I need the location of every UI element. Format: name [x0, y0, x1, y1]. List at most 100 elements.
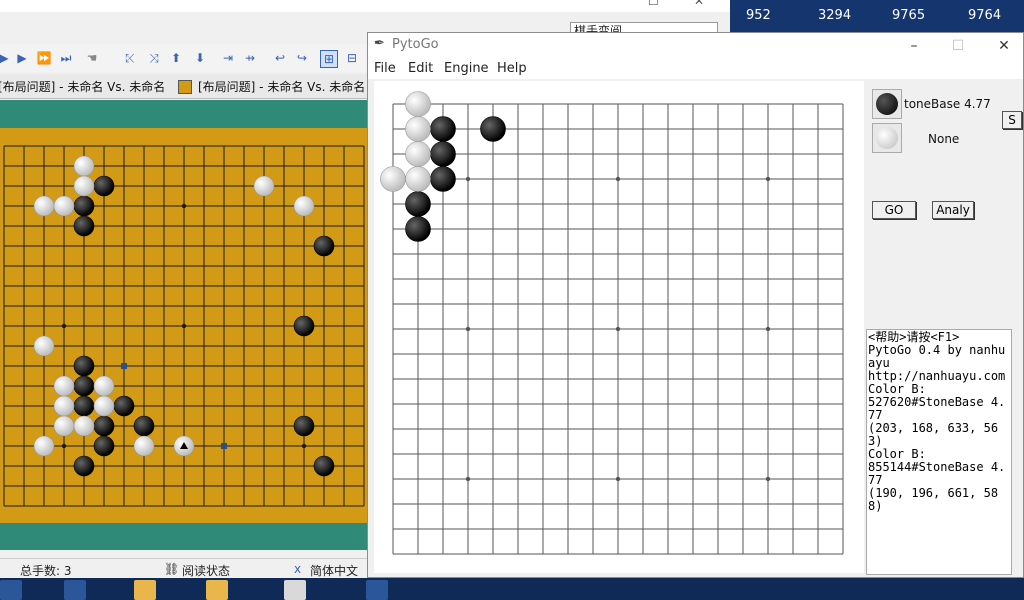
star-point [181, 203, 187, 209]
branch2-icon[interactable]: ⤨ [146, 50, 162, 66]
language-icon: ⅹ [294, 562, 302, 576]
goto-clock-icon[interactable]: ⇸ [242, 50, 258, 66]
prev-move-icon[interactable]: ▶ [0, 50, 12, 66]
word-icon[interactable] [0, 580, 22, 600]
word-icon[interactable] [64, 580, 86, 600]
black-stone[interactable] [93, 175, 115, 197]
white-stone[interactable] [33, 195, 55, 217]
bg-maximize-icon[interactable]: ☐ [648, 0, 659, 8]
menu-file[interactable]: File [374, 61, 396, 76]
white-stone[interactable] [53, 375, 75, 397]
white-stone-button[interactable] [872, 123, 902, 153]
black-stone[interactable] [405, 191, 431, 217]
black-stone[interactable] [73, 215, 95, 237]
white-stone[interactable] [93, 395, 115, 417]
folder-icon[interactable] [206, 580, 228, 600]
black-stone[interactable] [313, 455, 335, 477]
black-stone[interactable] [73, 355, 95, 377]
black-stone[interactable] [293, 415, 315, 437]
black-stone[interactable] [430, 116, 456, 142]
white-stone[interactable] [53, 395, 75, 417]
s-button[interactable]: S [1002, 111, 1022, 129]
undo-icon[interactable]: ↩ [272, 50, 288, 66]
down-icon[interactable]: ⬇ [192, 50, 208, 66]
menu-engine[interactable]: Engine [444, 61, 489, 76]
bg-board-grid[interactable] [0, 128, 368, 523]
white-stone[interactable] [73, 175, 95, 197]
app-icon[interactable] [284, 580, 306, 600]
black-stone[interactable] [73, 395, 95, 417]
white-stone[interactable] [33, 335, 55, 357]
pytogo-titlebar: ✒ PytoGo – ☐ ✕ [368, 33, 1023, 59]
black-stone[interactable] [480, 116, 506, 142]
log-output[interactable]: <帮助>请按<F1> PytoGo 0.4 by nanhuayu http:/… [866, 329, 1012, 575]
star-point [465, 176, 471, 182]
forward-fast-icon[interactable]: ⏩ [36, 50, 52, 66]
white-stone[interactable] [405, 141, 431, 167]
white-stone[interactable] [405, 91, 431, 117]
go-button[interactable]: GO [872, 201, 916, 219]
bg-close-icon[interactable]: ✕ [694, 0, 704, 8]
star-point [181, 323, 187, 329]
white-stone[interactable] [53, 195, 75, 217]
star-point [301, 443, 307, 449]
folder-icon[interactable] [134, 580, 156, 600]
black-stone[interactable] [133, 415, 155, 437]
pytogo-board-area[interactable] [374, 81, 864, 573]
redo-icon[interactable]: ↪ [294, 50, 310, 66]
black-stone[interactable] [113, 395, 135, 417]
black-stone[interactable] [293, 315, 315, 337]
board-mark [121, 363, 127, 369]
black-stone-button[interactable] [872, 89, 902, 119]
white-stone[interactable] [405, 166, 431, 192]
black-stone[interactable] [73, 375, 95, 397]
white-stone[interactable] [380, 166, 406, 192]
black-stone[interactable] [93, 435, 115, 457]
bg-tab-strip: [布局问题] - 未命名 Vs. 未命名 [布局问题] - 未命名 Vs. 未命… [0, 74, 368, 99]
white-stone[interactable] [405, 116, 431, 142]
language: 简体中文 [310, 564, 359, 578]
board-mark [221, 443, 227, 449]
word-icon[interactable] [366, 580, 388, 600]
bg-go-board[interactable] [0, 128, 368, 523]
minimize-icon[interactable]: – [898, 35, 930, 57]
star-point [615, 176, 621, 182]
tab-game-1[interactable]: [布局问题] - 未命名 Vs. 未命名 [0, 77, 165, 97]
tree2-icon[interactable]: ⊟ [344, 50, 360, 66]
black-stone[interactable] [313, 235, 335, 257]
white-stone[interactable] [93, 375, 115, 397]
counter-2: 3294 [818, 8, 852, 23]
black-stone[interactable] [93, 415, 115, 437]
counter-3: 9765 [892, 8, 926, 23]
white-stone[interactable] [73, 155, 95, 177]
tab-game-2[interactable]: [布局问题] - 未命名 Vs. 未命名 [178, 77, 365, 97]
last-move-icon[interactable]: ⏭ [58, 50, 74, 66]
white-stone[interactable] [73, 415, 95, 437]
pytogo-go-board[interactable] [374, 81, 864, 573]
black-stone[interactable] [73, 455, 95, 477]
star-point [465, 326, 471, 332]
hand-icon[interactable]: ☚ [84, 50, 100, 66]
up-icon[interactable]: ⬆ [168, 50, 184, 66]
menu-help[interactable]: Help [497, 61, 527, 76]
menu-edit[interactable]: Edit [408, 61, 433, 76]
white-stone[interactable] [253, 175, 275, 197]
star-point [765, 176, 771, 182]
branch-icon[interactable]: ⤪ [122, 50, 138, 66]
star-point [765, 476, 771, 482]
black-stone[interactable] [73, 195, 95, 217]
white-stone[interactable] [53, 415, 75, 437]
white-stone[interactable] [33, 435, 55, 457]
tree-view-icon[interactable]: ⊞ [320, 50, 338, 68]
white-stone[interactable] [133, 435, 155, 457]
white-stone[interactable] [293, 195, 315, 217]
black-stone[interactable] [430, 141, 456, 167]
next-move-icon[interactable]: ▶ [14, 50, 30, 66]
counter-1: 952 [746, 8, 771, 23]
goto-n-icon[interactable]: ⇥ [220, 50, 236, 66]
black-stone[interactable] [405, 216, 431, 242]
analy-button[interactable]: Analy [932, 201, 974, 219]
maximize-icon[interactable]: ☐ [942, 35, 974, 57]
black-stone[interactable] [430, 166, 456, 192]
close-icon[interactable]: ✕ [988, 35, 1020, 57]
